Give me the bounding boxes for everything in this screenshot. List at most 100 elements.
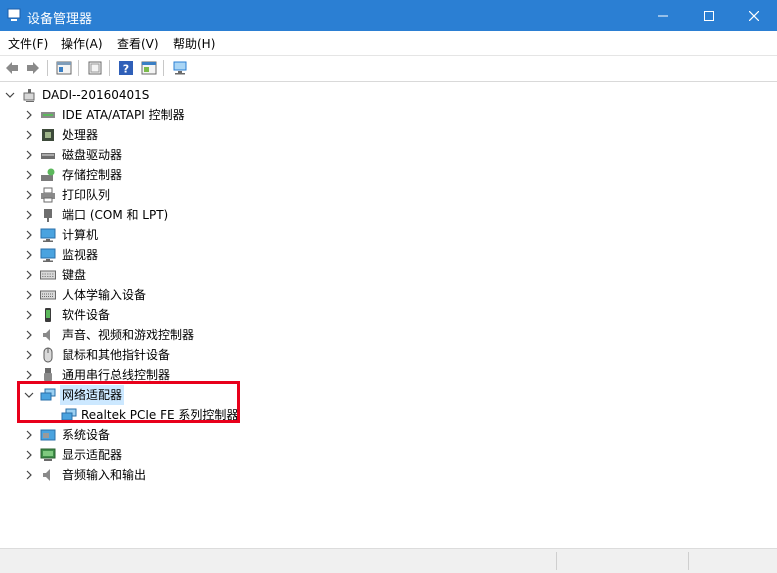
status-separator (688, 552, 689, 570)
window-title: 设备管理器 (27, 12, 93, 27)
svg-text:?: ? (123, 63, 129, 76)
tree-item-label: 系统设备 (62, 428, 111, 442)
close-button[interactable] (731, 0, 777, 31)
tree-item-computer[interactable]: 计算机 (0, 225, 777, 245)
tree-item-audio-io[interactable]: 音频输入和输出 (0, 465, 777, 485)
tree-item-keyboard[interactable]: 键盘 (0, 265, 777, 285)
printer-icon (41, 187, 55, 203)
toolbar-separator (78, 60, 79, 76)
tree-item-label: 磁盘驱动器 (62, 148, 123, 162)
chevron-right-icon[interactable] (24, 185, 34, 205)
tree-item-label: 音频输入和输出 (62, 468, 147, 482)
minimize-button[interactable] (640, 0, 686, 31)
tree-item-label: 鼠标和其他指针设备 (62, 348, 171, 362)
chevron-right-icon[interactable] (24, 285, 34, 305)
status-separator (556, 552, 557, 570)
back-arrow-icon (6, 62, 18, 74)
display-adapter-icon (40, 448, 56, 461)
back-button[interactable] (2, 58, 22, 78)
chevron-right-icon[interactable] (24, 265, 34, 285)
chevron-down-icon[interactable] (5, 85, 15, 105)
tree-item-label: 存储控制器 (62, 168, 123, 182)
tree-item-label: 显示适配器 (62, 448, 123, 462)
ide-controller-icon (41, 112, 55, 118)
mouse-icon (43, 347, 53, 363)
tree-item-display-adapter[interactable]: 显示适配器 (0, 445, 777, 465)
chevron-right-icon[interactable] (24, 125, 34, 145)
chevron-right-icon[interactable] (24, 205, 34, 225)
tree-item-print-queue[interactable]: 打印队列 (0, 185, 777, 205)
processor-icon (42, 129, 54, 141)
audio-io-icon (43, 469, 50, 481)
tree-root[interactable]: DADI--20160401S (0, 85, 777, 105)
sound-icon (43, 329, 50, 341)
chevron-right-icon[interactable] (24, 245, 34, 265)
tree-item-monitor[interactable]: 监视器 (0, 245, 777, 265)
tree-item-sound[interactable]: 声音、视频和游戏控制器 (0, 325, 777, 345)
tree-item-ports[interactable]: 端口 (COM 和 LPT) (0, 205, 777, 225)
keyboard-icon (40, 270, 56, 280)
chevron-right-icon[interactable] (24, 325, 34, 345)
tree-item-label: IDE ATA/ATAPI 控制器 (62, 108, 185, 122)
menu-bar: 文件(F) 操作(A) 查看(V) 帮助(H) (0, 31, 777, 56)
chevron-right-icon[interactable] (24, 345, 34, 365)
tree-item-label: 端口 (COM 和 LPT) (62, 208, 169, 222)
chevron-right-icon[interactable] (24, 305, 34, 325)
tree-item-system-device[interactable]: 系统设备 (0, 425, 777, 445)
disk-drive-icon (41, 153, 55, 159)
tree-item-label: 监视器 (62, 248, 99, 262)
chevron-right-icon[interactable] (24, 105, 34, 125)
menu-view[interactable]: 查看(V) (117, 35, 159, 52)
highlight-annotation (17, 381, 240, 423)
computer-icon (40, 228, 56, 242)
menu-action[interactable]: 操作(A) (61, 35, 103, 52)
chevron-right-icon[interactable] (24, 445, 34, 465)
tree-item-label: 键盘 (62, 268, 87, 282)
minimize-icon (658, 15, 668, 16)
chevron-right-icon[interactable] (24, 465, 34, 485)
maximize-button[interactable] (686, 0, 732, 31)
console-icon (141, 61, 157, 75)
tree-item-mouse[interactable]: 鼠标和其他指针设备 (0, 345, 777, 365)
scan-hardware-icon (173, 61, 187, 75)
chevron-right-icon[interactable] (24, 165, 34, 185)
properties-icon (56, 61, 72, 75)
toolbar-separator (109, 60, 110, 76)
update-driver-icon (88, 61, 102, 75)
properties-button[interactable] (54, 58, 74, 78)
help-button[interactable]: ? (116, 58, 136, 78)
tree-item-hid[interactable]: 人体学输入设备 (0, 285, 777, 305)
update-driver-button[interactable] (85, 58, 105, 78)
scan-hardware-button[interactable] (170, 58, 190, 78)
tree-item-storage-controller[interactable]: 存储控制器 (0, 165, 777, 185)
hid-icon (40, 290, 56, 300)
device-tree: DADI--20160401S IDE ATA/ATAPI 控制器 处理器 磁盘… (0, 82, 777, 548)
close-icon (749, 10, 759, 21)
menu-file[interactable]: 文件(F) (8, 35, 48, 52)
chevron-right-icon[interactable] (24, 225, 34, 245)
status-bar (0, 548, 777, 573)
maximize-icon (704, 10, 714, 21)
tree-item-label: 打印队列 (62, 188, 111, 202)
toolbar-separator (47, 60, 48, 76)
tree-item-ide[interactable]: IDE ATA/ATAPI 控制器 (0, 105, 777, 125)
tree-item-label: 处理器 (62, 128, 99, 142)
storage-controller-icon (41, 168, 55, 181)
tree-item-processor[interactable]: 处理器 (0, 125, 777, 145)
chevron-right-icon[interactable] (24, 145, 34, 165)
computer-root-icon (23, 89, 35, 102)
port-icon (44, 209, 52, 222)
tree-item-label: 计算机 (62, 228, 99, 242)
forward-button[interactable] (23, 58, 43, 78)
console-button[interactable] (139, 58, 159, 78)
tree-item-label: 人体学输入设备 (62, 288, 147, 302)
toolbar-separator (163, 60, 164, 76)
tree-item-disk-drive[interactable]: 磁盘驱动器 (0, 145, 777, 165)
forward-arrow-icon (27, 62, 39, 74)
tree-root-label: DADI--20160401S (42, 88, 150, 102)
tree-item-software-device[interactable]: 软件设备 (0, 305, 777, 325)
chevron-right-icon[interactable] (24, 425, 34, 445)
system-device-icon (40, 429, 56, 441)
menu-help[interactable]: 帮助(H) (173, 35, 215, 52)
tree-item-label: 软件设备 (62, 308, 111, 322)
